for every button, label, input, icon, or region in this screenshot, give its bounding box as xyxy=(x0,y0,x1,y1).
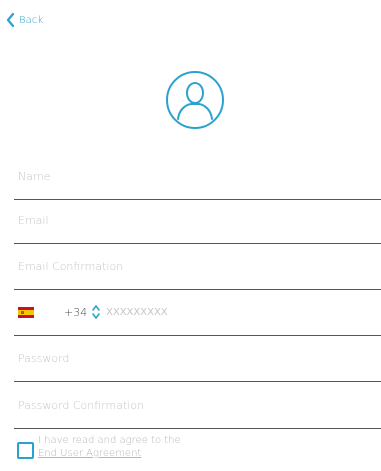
email-field xyxy=(14,198,381,244)
email-confirmation-field xyxy=(14,244,381,290)
agreement-statement: I have read and agree to the xyxy=(38,435,181,446)
password-confirmation-field xyxy=(14,383,381,429)
name-input[interactable] xyxy=(18,154,381,198)
chevron-left-icon xyxy=(6,13,15,27)
email-confirmation-input[interactable] xyxy=(18,244,381,288)
dial-code: +34 xyxy=(64,306,88,319)
back-button[interactable]: Back xyxy=(6,10,43,30)
name-field xyxy=(14,154,381,200)
end-user-agreement-link[interactable]: End User Agreement xyxy=(38,447,181,460)
password-confirmation-input[interactable] xyxy=(18,383,381,427)
dial-code-stepper-icon[interactable] xyxy=(91,303,101,321)
password-input[interactable] xyxy=(18,336,381,380)
phone-field: +34 xyxy=(14,290,381,336)
back-label: Back xyxy=(19,14,44,26)
user-avatar-icon[interactable] xyxy=(165,70,225,130)
password-field xyxy=(14,336,381,382)
email-input[interactable] xyxy=(18,198,381,242)
phone-number-input[interactable] xyxy=(106,290,381,334)
agreement-text: I have read and agree to the End User Ag… xyxy=(38,434,181,460)
agreement-checkbox[interactable] xyxy=(17,442,34,459)
agreement-row: I have read and agree to the End User Ag… xyxy=(17,434,181,460)
spain-flag-icon xyxy=(18,307,34,318)
